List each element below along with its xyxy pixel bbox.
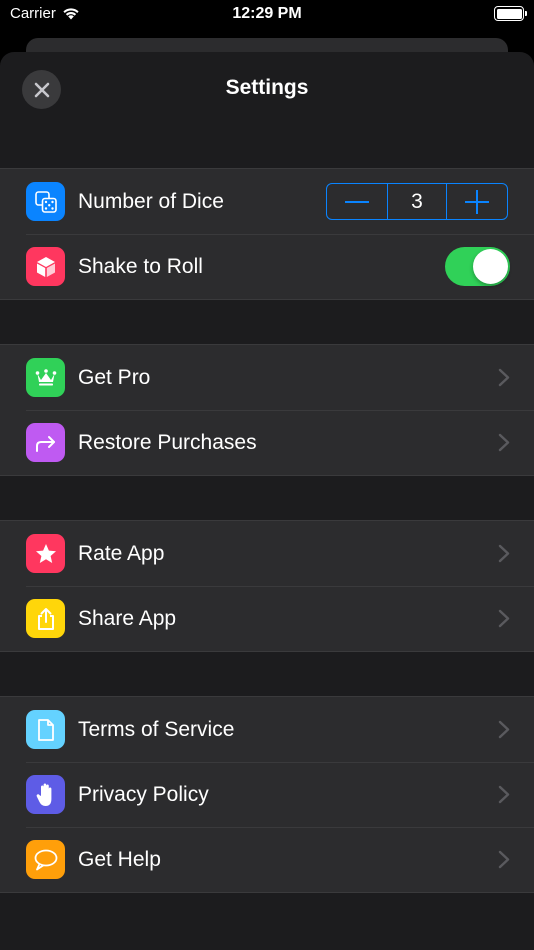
row-share-app[interactable]: Share App — [0, 586, 534, 651]
dice-icon — [26, 182, 65, 221]
app-sharing-group: Rate App Share App — [0, 520, 534, 652]
row-label-get-pro: Get Pro — [78, 366, 151, 389]
purchases-group: Get Pro Restore Purchases — [0, 344, 534, 476]
hand-icon — [26, 775, 65, 814]
chevron-right-icon — [498, 433, 510, 452]
minus-icon — [345, 200, 369, 203]
dice-settings-group: Number of Dice 3 Shake to Roll — [0, 168, 534, 300]
cube-icon — [26, 247, 65, 286]
decrement-button[interactable] — [327, 184, 387, 219]
toggle-knob — [473, 249, 508, 284]
row-get-help[interactable]: Get Help — [0, 827, 534, 892]
row-get-pro[interactable]: Get Pro — [0, 345, 534, 410]
row-restore-purchases[interactable]: Restore Purchases — [0, 410, 534, 475]
row-privacy-policy[interactable]: Privacy Policy — [0, 762, 534, 827]
share-arrow-icon — [26, 423, 65, 462]
row-label-number-of-dice: Number of Dice — [78, 190, 224, 213]
row-number-of-dice: Number of Dice 3 — [0, 169, 534, 234]
chevron-right-icon — [498, 368, 510, 387]
row-label-restore-purchases: Restore Purchases — [78, 431, 257, 454]
chevron-right-icon — [498, 720, 510, 739]
row-label-share-app: Share App — [78, 607, 177, 630]
row-rate-app[interactable]: Rate App — [0, 521, 534, 586]
page-title: Settings — [225, 76, 309, 99]
dice-count-stepper: 3 — [326, 183, 508, 220]
row-shake-to-roll: Shake to Roll — [0, 234, 534, 299]
chat-bubble-icon — [26, 840, 65, 879]
shake-to-roll-toggle[interactable] — [445, 247, 510, 286]
chevron-right-icon — [498, 609, 510, 628]
row-label-get-help: Get Help — [78, 848, 161, 871]
status-time: 12:29 PM — [232, 5, 302, 22]
battery-icon — [494, 6, 527, 21]
chevron-right-icon — [498, 785, 510, 804]
row-terms-of-service[interactable]: Terms of Service — [0, 697, 534, 762]
row-label-shake-to-roll: Shake to Roll — [78, 255, 203, 278]
dice-count-value: 3 — [387, 184, 447, 219]
crown-icon — [26, 358, 65, 397]
row-label-rate-app: Rate App — [78, 542, 165, 565]
info-support-group: Terms of Service Privacy Policy Get Help — [0, 696, 534, 893]
chevron-right-icon — [498, 850, 510, 869]
chevron-right-icon — [498, 544, 510, 563]
status-bar: Carrier 12:29 PM — [0, 0, 534, 30]
nav-bar: Settings — [0, 52, 534, 124]
settings-sheet: Settings Number of Dice 3 Shake to Roll … — [0, 52, 534, 950]
upload-icon — [26, 599, 65, 638]
increment-button[interactable] — [447, 184, 507, 219]
plus-icon — [465, 189, 489, 214]
row-label-privacy-policy: Privacy Policy — [78, 783, 209, 806]
row-label-terms-of-service: Terms of Service — [78, 718, 235, 741]
document-icon — [26, 710, 65, 749]
star-icon — [26, 534, 65, 573]
